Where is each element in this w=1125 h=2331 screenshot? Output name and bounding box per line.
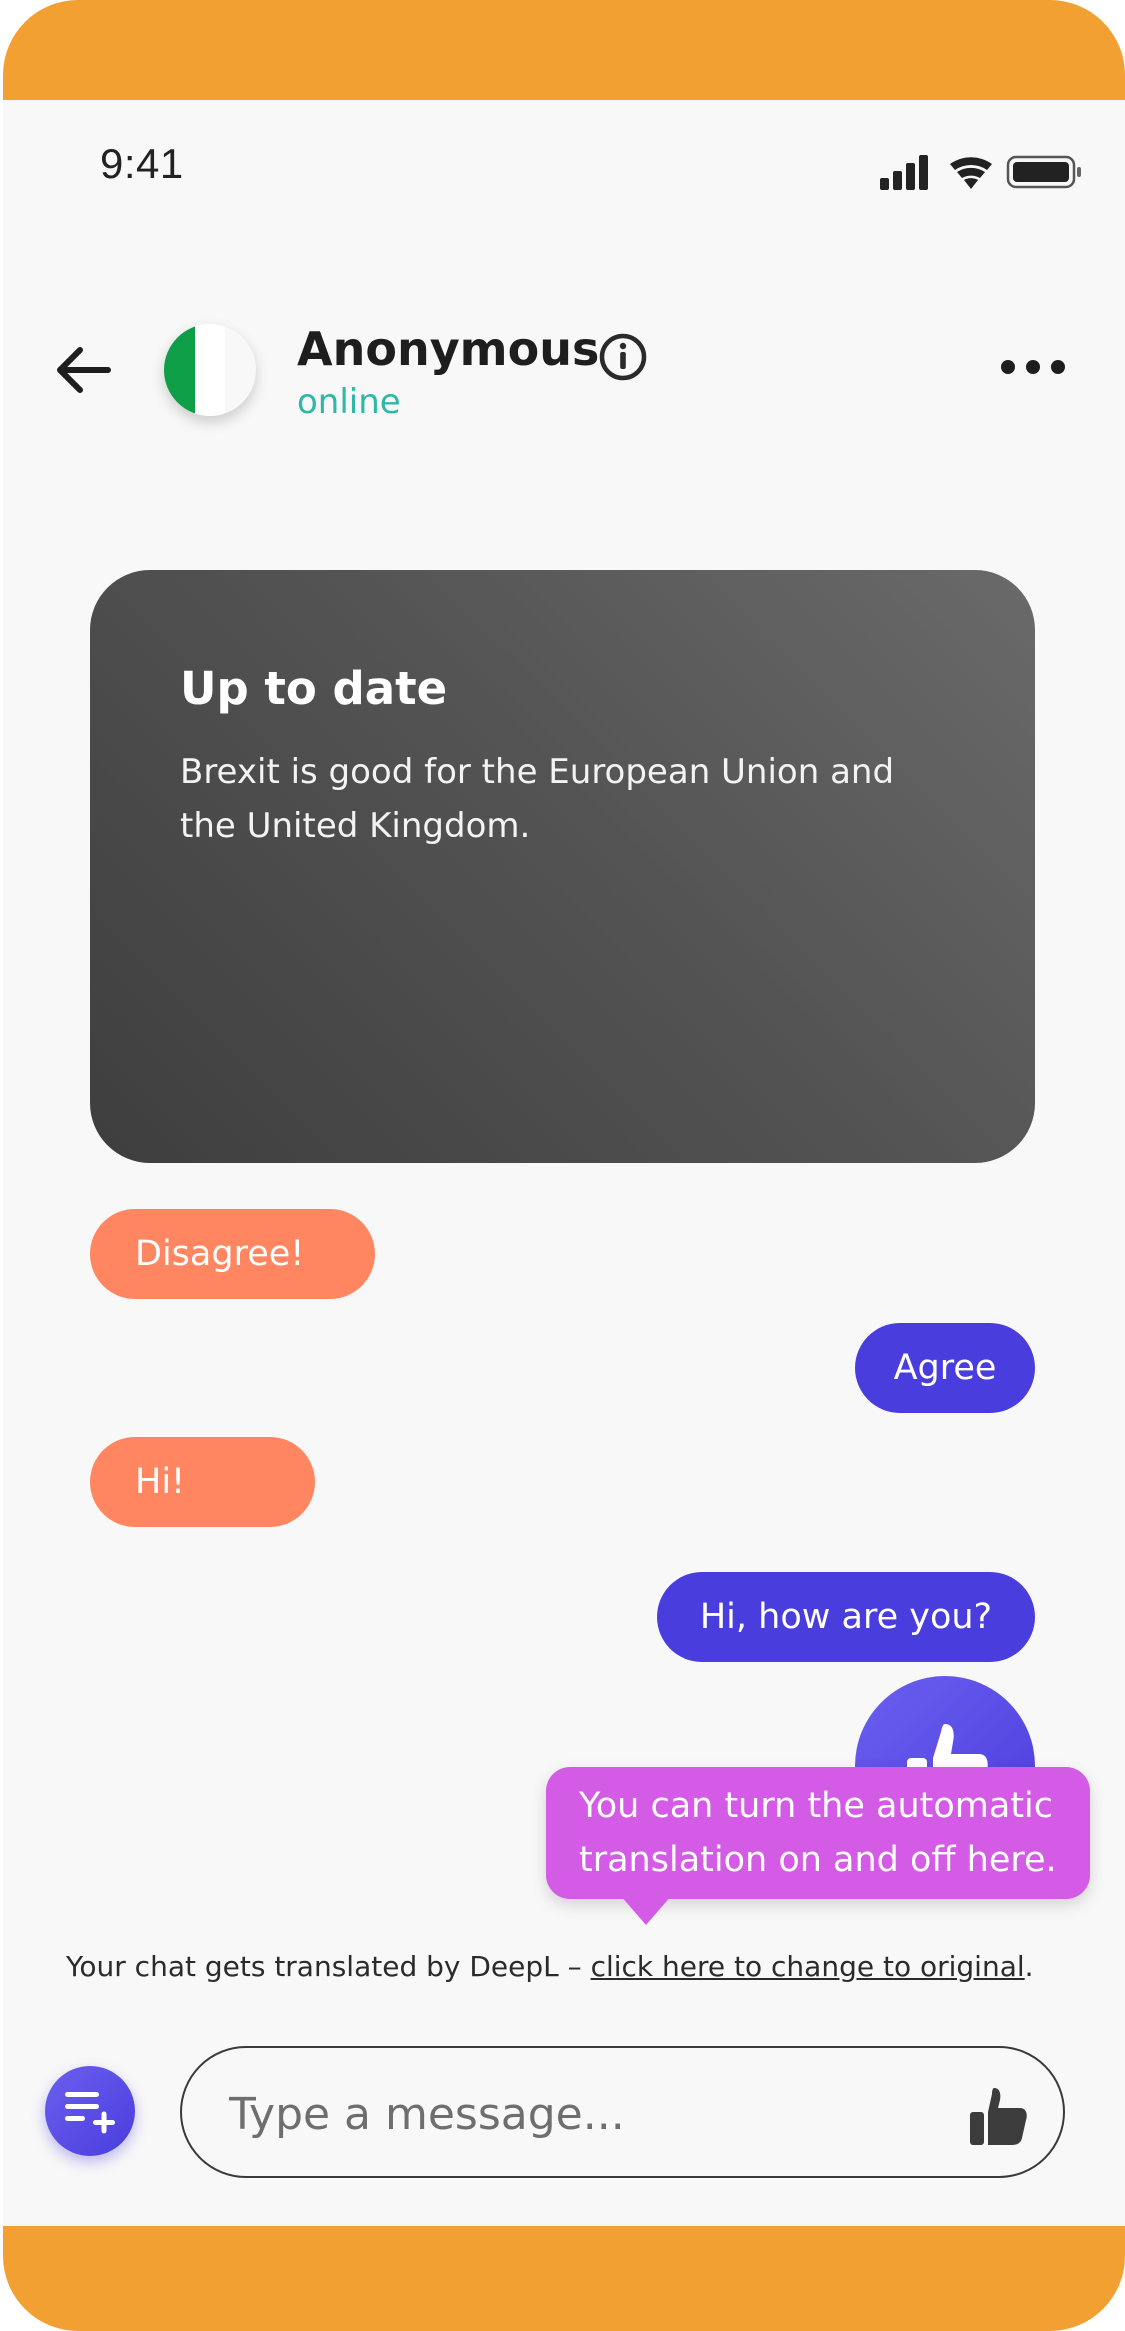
more-horizontal-icon[interactable] <box>998 352 1068 382</box>
status-icons <box>880 155 1081 190</box>
playlist-add-icon <box>65 2092 115 2134</box>
change-to-original-link[interactable]: click here to change to original <box>591 1950 1025 1983</box>
cellular-signal-icon <box>880 155 928 190</box>
message-bubble-outgoing[interactable]: Agree <box>855 1323 1035 1413</box>
chat-screen <box>3 100 1125 2226</box>
attach-button[interactable] <box>45 2066 135 2156</box>
tooltip-pointer <box>620 1895 672 1925</box>
contact-name: Anonymous <box>297 322 600 376</box>
device-frame-bottom <box>3 2226 1125 2331</box>
info-icon[interactable] <box>598 332 648 382</box>
device-frame-top <box>3 0 1125 100</box>
translation-note-prefix: Your chat gets translated by DeepL – <box>66 1950 591 1983</box>
presence-status: online <box>297 382 401 422</box>
italy-flag-white <box>194 324 226 416</box>
avatar[interactable] <box>164 324 256 416</box>
message-bubble-incoming[interactable]: Hi! <box>90 1437 315 1527</box>
translation-note: Your chat gets translated by DeepL – cli… <box>66 1950 1034 1983</box>
topic-card-body: Brexit is good for the European Union an… <box>180 752 895 846</box>
topic-card: Up to date Brexit is good for the Europe… <box>90 570 1035 1163</box>
message-bubble-incoming[interactable]: Disagree! <box>90 1209 375 1299</box>
topic-card-title: Up to date <box>180 662 448 715</box>
thumbs-up-icon[interactable] <box>964 2084 1030 2148</box>
message-bubble-outgoing[interactable]: Hi, how are you? <box>657 1572 1035 1662</box>
translation-tooltip: You can turn the automatic translation o… <box>546 1767 1090 1899</box>
arrow-left-icon[interactable] <box>52 338 116 402</box>
status-time: 9:41 <box>100 140 184 187</box>
battery-icon <box>1006 155 1081 189</box>
message-input[interactable] <box>227 2080 911 2148</box>
translation-note-suffix: . <box>1024 1950 1034 1983</box>
wifi-icon <box>950 157 992 189</box>
message-composer <box>180 2046 1065 2178</box>
